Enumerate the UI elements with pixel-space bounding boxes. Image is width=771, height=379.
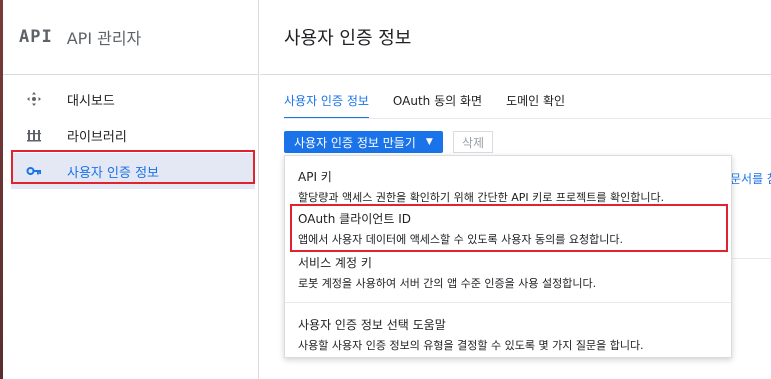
menu-item-service-account-key[interactable]: 서비스 계정 키 로봇 계정을 사용하여 서버 간의 앱 수준 인증을 사용 설…	[298, 254, 596, 291]
delete-label: 삭제	[462, 135, 485, 150]
sidebar-item-dashboard[interactable]: 대시보드	[3, 81, 258, 117]
delete-button[interactable]: 삭제	[453, 131, 494, 153]
sidebar-item-label: 대시보드	[67, 93, 115, 109]
menu-item-title: 사용자 인증 정보 선택 도움말	[298, 318, 446, 332]
menu-item-desc: 로봇 계정을 사용하여 서버 간의 앱 수준 인증을 사용 설정합니다.	[298, 277, 597, 290]
menu-item-title: 서비스 계정 키	[298, 256, 372, 270]
menu-item-desc: 사용할 사용자 인증 정보의 유형을 결정할 수 있도록 몇 가지 질문을 합니…	[298, 339, 644, 352]
docs-link[interactable]: 문서를 참	[730, 170, 771, 187]
tab-bar: 사용자 인증 정보 OAuth 동의 화면 도메인 확인	[284, 92, 565, 119]
menu-item-title: OAuth 클라이언트 ID	[298, 212, 411, 226]
sidebar: API API 관리자 대시보드 라이브러리 사용자 인증 정보	[3, 0, 259, 379]
menu-item-oauth-client-id[interactable]: OAuth 클라이언트 ID 앱에서 사용자 데이터에 액세스할 수 있도록 사…	[298, 210, 623, 247]
create-credentials-label: 사용자 인증 정보 만들기	[294, 135, 416, 150]
tab-credentials[interactable]: 사용자 인증 정보	[284, 92, 369, 119]
menu-divider	[285, 302, 731, 303]
tab-domain-verification[interactable]: 도메인 확인	[506, 92, 565, 119]
create-credentials-menu: API 키 할당량과 액세스 권한을 확인하기 위해 간단한 API 키로 프로…	[284, 155, 732, 358]
menu-item-api-key[interactable]: API 키 할당량과 액세스 권한을 확인하기 위해 간단한 API 키로 프로…	[298, 168, 664, 205]
menu-item-title: API 키	[298, 170, 332, 184]
main-panel: 사용자 인증 정보 사용자 인증 정보 OAuth 동의 화면 도메인 확인 사…	[260, 0, 771, 379]
tabs-divider	[284, 118, 771, 119]
menu-item-help-me-choose[interactable]: 사용자 인증 정보 선택 도움말 사용할 사용자 인증 정보의 유형을 결정할 …	[298, 316, 644, 353]
sidebar-item-library[interactable]: 라이브러리	[3, 117, 258, 153]
create-credentials-button[interactable]: 사용자 인증 정보 만들기 ▼	[284, 131, 443, 153]
sidebar-item-label: 라이브러리	[67, 129, 127, 145]
api-logo: API	[19, 27, 53, 47]
sidebar-header: API API 관리자	[3, 0, 258, 75]
background-divider	[730, 258, 771, 259]
key-icon	[25, 162, 43, 180]
app-title: API 관리자	[66, 29, 142, 48]
menu-item-desc: 할당량과 액세스 권한을 확인하기 위해 간단한 API 키로 프로젝트를 확인…	[298, 191, 665, 204]
page-title: 사용자 인증 정보	[284, 28, 412, 49]
dashboard-icon	[25, 90, 43, 108]
sidebar-item-credentials[interactable]: 사용자 인증 정보	[11, 153, 255, 189]
caret-down-icon: ▼	[425, 137, 433, 147]
menu-item-desc: 앱에서 사용자 데이터에 액세스할 수 있도록 사용자 동의를 요청합니다.	[298, 233, 623, 246]
library-icon	[25, 126, 43, 144]
sidebar-nav: 대시보드 라이브러리 사용자 인증 정보	[3, 75, 258, 189]
sidebar-item-label: 사용자 인증 정보	[67, 165, 159, 181]
tab-oauth-consent[interactable]: OAuth 동의 화면	[393, 92, 482, 119]
main-header: 사용자 인증 정보	[260, 0, 771, 75]
